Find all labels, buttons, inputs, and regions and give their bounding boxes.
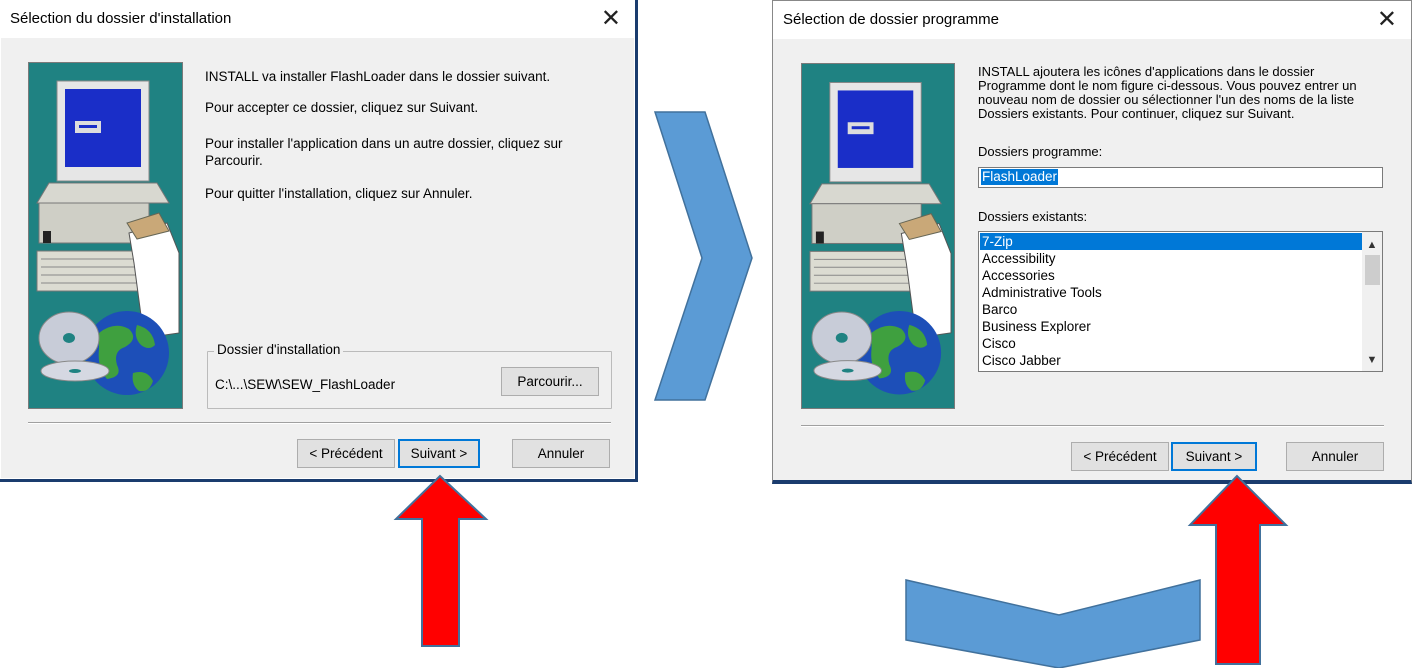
- chevron-down-arrow: [905, 579, 1201, 668]
- red-up-arrow-next: [393, 474, 489, 647]
- red-up-arrow-next-2: [1187, 474, 1289, 665]
- annotation-arrows: [393, 111, 1289, 668]
- chevron-right-arrow: [653, 111, 753, 401]
